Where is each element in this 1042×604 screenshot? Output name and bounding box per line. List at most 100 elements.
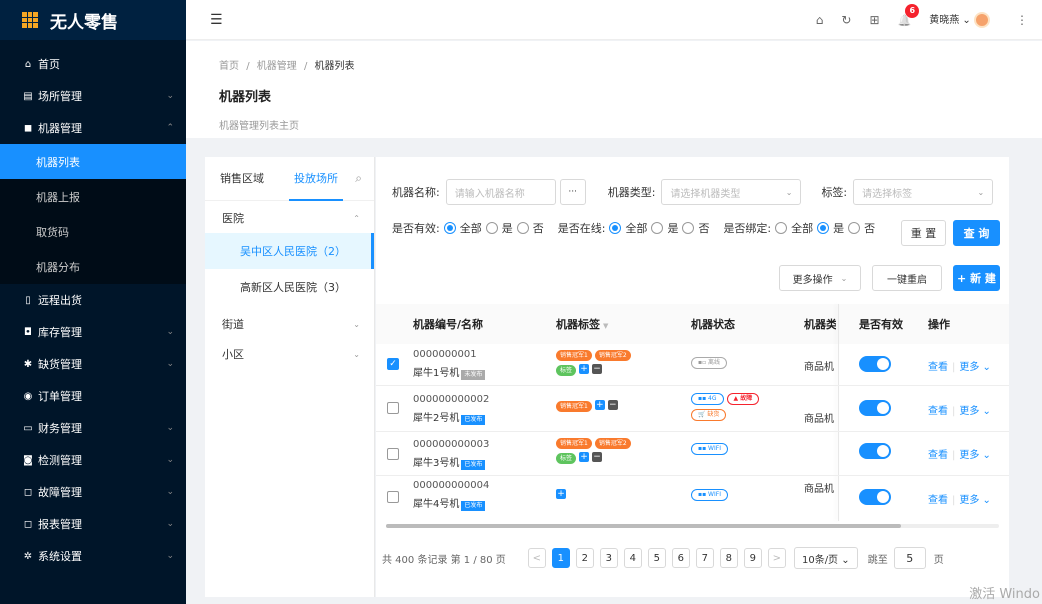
tab-placement-site[interactable]: 投放场所: [289, 157, 343, 201]
menu-toggle-icon[interactable]: ☰: [210, 12, 223, 28]
list-item-hospital-2[interactable]: 高新区人民医院（3）: [205, 269, 374, 305]
bind-yes-radio[interactable]: 是: [817, 220, 844, 236]
sidebar-item-detect[interactable]: ◙ 检测管理 ⌄: [0, 444, 186, 476]
new-button[interactable]: + 新 建: [953, 265, 1000, 291]
sidebar-item-pickup-code[interactable]: 取货码: [0, 214, 186, 249]
sidebar-item-machine-list[interactable]: 机器列表: [0, 144, 186, 179]
list-item-hospital-1[interactable]: 吴中区人民医院（2）: [205, 233, 374, 269]
row-checkbox[interactable]: ✓: [387, 358, 399, 370]
query-button[interactable]: 查 询: [953, 220, 1000, 246]
tag-select[interactable]: 请选择标签 ⌄: [853, 179, 994, 205]
search-icon[interactable]: ⌕: [355, 171, 362, 186]
valid-all-radio[interactable]: 全部: [443, 220, 482, 236]
sidebar-item-report[interactable]: ◻ 报表管理 ⌄: [0, 508, 186, 540]
remove-tag-icon[interactable]: −: [607, 400, 618, 410]
machine-name-input[interactable]: 请输入机器名称: [445, 179, 556, 205]
page-7[interactable]: 7: [695, 548, 714, 568]
group-community[interactable]: 小区 ⌄: [205, 339, 374, 369]
more-vertical-icon[interactable]: ⋮: [1016, 13, 1028, 27]
remove-tag-icon[interactable]: −: [592, 452, 603, 462]
online-no-radio[interactable]: 否: [682, 220, 709, 236]
reset-button[interactable]: 重 置: [901, 220, 946, 246]
sidebar-item-inventory[interactable]: ◘ 库存管理 ⌄: [0, 316, 186, 348]
app-logo[interactable]: 无人零售: [0, 0, 186, 40]
more-link[interactable]: 更多 ⌄: [959, 450, 991, 461]
filter-icon[interactable]: ▼: [603, 322, 608, 330]
grid-icon[interactable]: ⊞: [869, 13, 879, 27]
page-9[interactable]: 9: [743, 548, 762, 568]
sidebar-item-machine[interactable]: ◼ 机器管理 ⌃: [0, 112, 186, 144]
view-link[interactable]: 查看: [928, 406, 948, 417]
valid-switch[interactable]: [859, 489, 891, 508]
sidebar-item-machine-report[interactable]: 机器上报: [0, 179, 186, 214]
table-row: 000000000002 犀牛2号机 已发布 销售冠军1 + − ▪▪ 4G ▲ 故障 …: [376, 386, 1009, 432]
page-5[interactable]: 5: [647, 548, 666, 568]
more-link[interactable]: 更多 ⌄: [959, 495, 991, 506]
horizontal-scrollbar[interactable]: [386, 524, 999, 528]
tab-sales-area[interactable]: 销售区域: [220, 157, 264, 201]
group-street[interactable]: 街道 ⌄: [205, 309, 374, 339]
machine-status-row2: 🛒 缺货: [691, 408, 729, 421]
sidebar-item-fault[interactable]: ◻ 故障管理 ⌄: [0, 476, 186, 508]
row-checkbox[interactable]: [387, 448, 399, 460]
valid-switch[interactable]: [859, 443, 891, 462]
add-tag-icon[interactable]: +: [556, 489, 566, 499]
group-hospital[interactable]: 医院 ⌃: [205, 203, 374, 233]
sidebar-item-remote[interactable]: ▯ 远程出货: [0, 284, 186, 316]
col-header-tags[interactable]: 机器标签 ▼: [556, 316, 608, 332]
chevron-up-icon: ⌃: [166, 123, 174, 133]
user-menu[interactable]: 黄晓燕 ⌄: [929, 11, 990, 28]
view-link[interactable]: 查看: [928, 362, 948, 373]
row-checkbox[interactable]: [387, 402, 399, 414]
view-link[interactable]: 查看: [928, 450, 948, 461]
page-8[interactable]: 8: [719, 548, 738, 568]
goto-page-input[interactable]: 5: [893, 547, 926, 569]
valid-yes-radio[interactable]: 是: [485, 220, 513, 236]
goto-label: 跳至: [867, 554, 888, 566]
machine-tags: +: [556, 489, 569, 500]
sidebar-item-finance[interactable]: ▭ 财务管理 ⌄: [0, 412, 186, 444]
more-ops-dropdown[interactable]: 更多操作 ⌄: [779, 265, 861, 291]
type-label: 机器类型:: [607, 186, 656, 199]
valid-no-radio[interactable]: 否: [516, 220, 544, 236]
add-tag-icon[interactable]: +: [594, 400, 605, 410]
online-yes-radio[interactable]: 是: [651, 220, 678, 236]
bind-no-radio[interactable]: 否: [848, 220, 875, 236]
page-size-select[interactable]: 10条/页 ⌄: [793, 547, 858, 569]
valid-switch[interactable]: [859, 356, 891, 375]
remove-tag-icon[interactable]: −: [592, 364, 603, 374]
more-link[interactable]: 更多 ⌄: [959, 406, 991, 417]
breadcrumb-sep: /: [303, 61, 308, 72]
online-all-radio[interactable]: 全部: [609, 220, 647, 236]
page-1[interactable]: 1: [551, 548, 570, 568]
ellipsis-button[interactable]: ···: [559, 179, 586, 205]
add-tag-icon[interactable]: +: [579, 364, 590, 374]
row-checkbox[interactable]: [387, 491, 399, 503]
sidebar-item-site[interactable]: ▤ 场所管理 ⌄: [0, 80, 186, 112]
next-page-button[interactable]: >: [767, 548, 786, 568]
prev-page-button[interactable]: <: [527, 548, 546, 568]
sidebar-item-shortage[interactable]: ✱ 缺货管理 ⌄: [0, 348, 186, 380]
more-link[interactable]: 更多 ⌄: [959, 362, 991, 373]
bind-all-radio[interactable]: 全部: [775, 220, 813, 236]
machine-type-select[interactable]: 请选择机器类型 ⌄: [661, 179, 802, 205]
breadcrumb-home[interactable]: 首页: [219, 61, 239, 72]
sidebar-item-settings[interactable]: ✲ 系统设置 ⌄: [0, 540, 186, 572]
sidebar-item-machine-map[interactable]: 机器分布: [0, 249, 186, 284]
reboot-all-button[interactable]: 一键重启: [872, 265, 942, 291]
breadcrumb-section[interactable]: 机器管理: [257, 61, 297, 72]
valid-switch[interactable]: [859, 400, 891, 419]
sidebar-item-order[interactable]: ◉ 订单管理: [0, 380, 186, 412]
bell-icon[interactable]: 🔔 6: [898, 3, 920, 27]
machine-tags-row2: 标签 + −: [556, 452, 605, 464]
page-4[interactable]: 4: [623, 548, 642, 568]
page-3[interactable]: 3: [599, 548, 618, 568]
scrollbar-thumb[interactable]: [386, 524, 901, 528]
view-link[interactable]: 查看: [928, 495, 948, 506]
home-icon[interactable]: ⌂: [816, 13, 824, 27]
refresh-icon[interactable]: ↻: [841, 13, 851, 27]
page-2[interactable]: 2: [575, 548, 594, 568]
page-6[interactable]: 6: [671, 548, 690, 568]
sidebar-item-home[interactable]: ⌂ 首页: [0, 48, 186, 80]
add-tag-icon[interactable]: +: [579, 452, 590, 462]
